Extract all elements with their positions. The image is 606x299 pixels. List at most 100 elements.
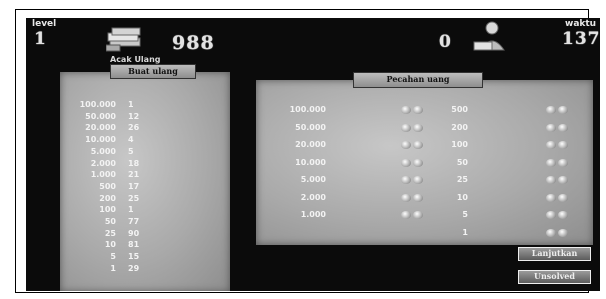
unsolved-button[interactable]: Unsolved bbox=[518, 270, 591, 284]
plus-icon[interactable] bbox=[546, 123, 556, 132]
left-denomination-amount: 100 bbox=[99, 205, 116, 215]
left-denomination-count: 21 bbox=[128, 170, 140, 180]
denomination-tab-button[interactable]: Pecahan uang bbox=[353, 72, 483, 88]
left-denomination-amount: 200 bbox=[99, 193, 116, 203]
denomination-amount: 100.000 bbox=[289, 105, 326, 114]
minus-icon[interactable] bbox=[558, 193, 568, 202]
denomination-amount: 25 bbox=[456, 175, 468, 184]
cashier-person-icon bbox=[473, 21, 505, 51]
plus-minus-control[interactable] bbox=[401, 141, 425, 149]
denomination-amount: 10.000 bbox=[295, 157, 326, 167]
plus-minus-control[interactable] bbox=[401, 193, 425, 202]
denomination-amount: 500 bbox=[451, 105, 468, 114]
plus-minus-control[interactable] bbox=[546, 158, 570, 167]
plus-minus-control[interactable] bbox=[546, 211, 570, 219]
plus-minus-control[interactable] bbox=[546, 141, 570, 149]
time-value: 137 bbox=[562, 29, 600, 49]
continue-button[interactable]: Lanjutkan bbox=[518, 247, 591, 261]
plus-minus-control[interactable] bbox=[401, 106, 425, 114]
denomination-amount: 10 bbox=[456, 192, 468, 202]
minus-icon[interactable] bbox=[558, 106, 568, 114]
left-denomination-count: 26 bbox=[128, 123, 140, 133]
left-denomination-amount: 10.000 bbox=[85, 135, 116, 145]
plus-minus-control[interactable] bbox=[546, 176, 570, 184]
left-denomination-count: 17 bbox=[128, 181, 140, 191]
plus-icon[interactable] bbox=[546, 106, 556, 114]
minus-icon[interactable] bbox=[413, 176, 423, 184]
left-denomination-amount: 10 bbox=[104, 240, 116, 250]
left-denomination-count: 18 bbox=[128, 158, 140, 168]
left-denomination-amount: 20.000 bbox=[85, 123, 116, 133]
denomination-amount: 1.000 bbox=[300, 210, 326, 219]
left-denomination-amount: 1.000 bbox=[90, 170, 116, 180]
plus-minus-control[interactable] bbox=[546, 228, 570, 237]
left-denomination-count: 77 bbox=[128, 217, 140, 226]
minus-icon[interactable] bbox=[558, 176, 568, 184]
time-label: waktu bbox=[565, 19, 597, 29]
plus-icon[interactable] bbox=[401, 158, 411, 167]
plus-minus-control[interactable] bbox=[546, 106, 570, 114]
plus-icon[interactable] bbox=[546, 158, 556, 167]
left-denomination-amount: 50.000 bbox=[85, 111, 116, 121]
plus-minus-control[interactable] bbox=[546, 193, 570, 202]
minus-icon[interactable] bbox=[558, 141, 568, 149]
plus-icon[interactable] bbox=[546, 211, 556, 219]
plus-icon[interactable] bbox=[546, 141, 556, 149]
left-denomination-count: 5 bbox=[128, 146, 134, 156]
plus-icon[interactable] bbox=[401, 176, 411, 184]
minus-icon[interactable] bbox=[558, 158, 568, 167]
left-denomination-count: 15 bbox=[128, 252, 140, 262]
plus-minus-control[interactable] bbox=[401, 211, 425, 219]
plus-icon[interactable] bbox=[401, 106, 411, 114]
denomination-amount: 50 bbox=[456, 157, 468, 167]
left-denomination-count: 81 bbox=[128, 240, 140, 250]
score-value: 988 bbox=[172, 32, 215, 54]
denomination-amount: 5.000 bbox=[300, 175, 326, 184]
left-denomination-count: 90 bbox=[128, 228, 140, 238]
left-denomination-count: 12 bbox=[128, 111, 140, 121]
minus-icon[interactable] bbox=[413, 193, 423, 202]
plus-icon[interactable] bbox=[401, 123, 411, 132]
plus-icon[interactable] bbox=[546, 193, 556, 202]
plus-minus-control[interactable] bbox=[401, 158, 425, 167]
left-denomination-count: 29 bbox=[128, 263, 140, 273]
minus-icon[interactable] bbox=[413, 158, 423, 167]
left-denomination-count: 1 bbox=[128, 100, 134, 109]
denomination-amount: 20.000 bbox=[295, 140, 326, 149]
plus-icon[interactable] bbox=[546, 228, 556, 237]
denomination-amount: 100 bbox=[451, 140, 468, 149]
right-counter: 0 bbox=[439, 32, 452, 52]
left-denomination-amount: 2.000 bbox=[90, 158, 116, 168]
minus-icon[interactable] bbox=[558, 228, 568, 237]
left-denomination-count: 4 bbox=[128, 135, 134, 145]
plus-icon[interactable] bbox=[546, 176, 556, 184]
game-screen: level 1 988 0 waktu 137 Acak Ulang Buat … bbox=[26, 18, 600, 291]
minus-icon[interactable] bbox=[558, 211, 568, 219]
plus-icon[interactable] bbox=[401, 193, 411, 202]
denomination-amount: 5 bbox=[462, 210, 468, 219]
left-denomination-amount: 50 bbox=[104, 217, 116, 226]
left-denomination-amount: 5 bbox=[110, 252, 116, 262]
minus-icon[interactable] bbox=[413, 141, 423, 149]
denomination-amount: 50.000 bbox=[295, 122, 326, 132]
minus-icon[interactable] bbox=[413, 211, 423, 219]
reshuffle-label: Acak Ulang bbox=[110, 55, 161, 64]
level-value: 1 bbox=[34, 29, 47, 49]
plus-minus-control[interactable] bbox=[401, 123, 425, 132]
denomination-amount: 2.000 bbox=[300, 192, 326, 202]
left-denomination-count: 25 bbox=[128, 193, 140, 203]
denomination-amount: 1 bbox=[462, 227, 468, 237]
rebuild-tab-button[interactable]: Buat ulang bbox=[110, 64, 196, 79]
minus-icon[interactable] bbox=[413, 123, 423, 132]
minus-icon[interactable] bbox=[558, 123, 568, 132]
plus-icon[interactable] bbox=[401, 211, 411, 219]
plus-icon[interactable] bbox=[401, 141, 411, 149]
left-denomination-amount: 1 bbox=[110, 263, 116, 273]
left-denomination-amount: 100.000 bbox=[79, 100, 116, 109]
left-denomination-amount: 500 bbox=[99, 181, 116, 191]
minus-icon[interactable] bbox=[413, 106, 423, 114]
money-stack-icon bbox=[106, 27, 141, 52]
left-denomination-amount: 25 bbox=[104, 228, 116, 238]
plus-minus-control[interactable] bbox=[401, 176, 425, 184]
plus-minus-control[interactable] bbox=[546, 123, 570, 132]
